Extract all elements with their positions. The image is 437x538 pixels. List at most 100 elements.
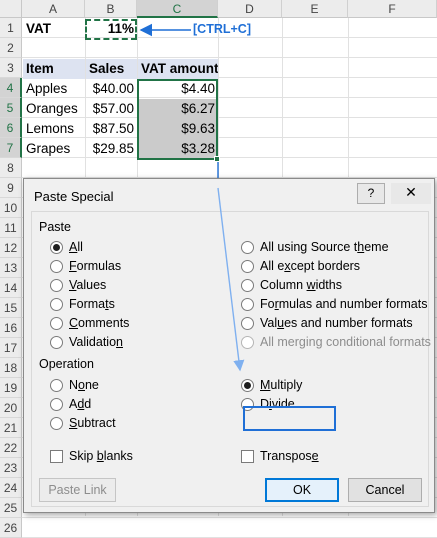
radio-button[interactable] [50, 397, 63, 411]
row-header-14[interactable]: 14 [0, 278, 22, 298]
row-header-7[interactable]: 7 [0, 138, 22, 158]
option-label: None [69, 378, 99, 392]
cell-a3[interactable]: Item [23, 59, 85, 79]
row-header-16[interactable]: 16 [0, 318, 22, 338]
radio-button[interactable] [241, 397, 254, 411]
radio-button[interactable] [50, 316, 63, 330]
row-header-26[interactable]: 26 [0, 518, 22, 538]
operation-option-none[interactable]: None [50, 376, 99, 394]
cell-a7[interactable]: Grapes [23, 139, 85, 159]
cell-c4[interactable]: $4.40 [138, 79, 218, 99]
paste-option-formulas-and-number-formats[interactable]: Formulas and number formats [241, 295, 427, 313]
radio-button[interactable] [50, 240, 63, 254]
row-header-13[interactable]: 13 [0, 258, 22, 278]
cell-a5[interactable]: Oranges [23, 99, 85, 119]
close-button[interactable]: ✕ [391, 183, 431, 204]
row-header-24[interactable]: 24 [0, 478, 22, 498]
row-header-8[interactable]: 8 [0, 158, 22, 178]
column-header-a[interactable]: A [22, 0, 85, 18]
radio-button[interactable] [241, 297, 254, 311]
cell-b6[interactable]: $87.50 [86, 119, 137, 139]
row-header-20[interactable]: 20 [0, 398, 22, 418]
skip-blanks-checkbox[interactable]: Skip blanks [50, 447, 133, 465]
cell-c5[interactable]: $6.27 [138, 99, 218, 119]
paste-option-comments[interactable]: Comments [50, 314, 129, 332]
row-header-9[interactable]: 9 [0, 178, 22, 198]
column-header-f[interactable]: F [348, 0, 437, 18]
cell-c7[interactable]: $3.28 [138, 139, 218, 159]
row-header-11[interactable]: 11 [0, 218, 22, 238]
paste-link-button[interactable]: Paste Link [39, 478, 116, 502]
radio-button[interactable] [241, 378, 254, 392]
row-header-1[interactable]: 1 [0, 18, 22, 38]
help-button[interactable]: ? [357, 183, 385, 204]
paste-option-formulas[interactable]: Formulas [50, 257, 121, 275]
cell-a6[interactable]: Lemons [23, 119, 85, 139]
paste-option-validation[interactable]: Validation [50, 333, 123, 351]
checkbox-box[interactable] [241, 449, 254, 463]
option-label: All [69, 240, 83, 254]
ok-button[interactable]: OK [265, 478, 339, 502]
operation-option-subtract[interactable]: Subtract [50, 414, 116, 432]
row-header-18[interactable]: 18 [0, 358, 22, 378]
cell-b7[interactable]: $29.85 [86, 139, 137, 159]
radio-button[interactable] [241, 259, 254, 273]
row-header-12[interactable]: 12 [0, 238, 22, 258]
radio-button[interactable] [241, 335, 254, 349]
column-header-e[interactable]: E [282, 0, 348, 18]
row-header-10[interactable]: 10 [0, 198, 22, 218]
paste-option-formats[interactable]: Formats [50, 295, 115, 313]
radio-button[interactable] [50, 378, 63, 392]
row-header-23[interactable]: 23 [0, 458, 22, 478]
column-header-c[interactable]: C [137, 0, 218, 18]
paste-option-all-except-borders[interactable]: All except borders [241, 257, 360, 275]
row-header-22[interactable]: 22 [0, 438, 22, 458]
option-label: Formulas [69, 259, 122, 273]
radio-button[interactable] [50, 335, 63, 349]
cell-b1[interactable]: 11% [86, 19, 137, 39]
row-header-6[interactable]: 6 [0, 118, 22, 138]
row-header-2[interactable]: 2 [0, 38, 22, 58]
radio-button[interactable] [241, 278, 254, 292]
paste-option-all-merging-conditional-formats[interactable]: All merging conditional formats [241, 333, 431, 351]
paste-option-all[interactable]: All [50, 238, 83, 256]
paste-option-all-using-source-theme[interactable]: All using Source theme [241, 238, 389, 256]
paste-option-column-widths[interactable]: Column widths [241, 276, 342, 294]
option-label: Values and number formats [260, 316, 413, 330]
row-header-5[interactable]: 5 [0, 98, 22, 118]
radio-button[interactable] [50, 416, 63, 430]
paste-option-values[interactable]: Values [50, 276, 106, 294]
cancel-button[interactable]: Cancel [348, 478, 422, 502]
cell-b4[interactable]: $40.00 [86, 79, 137, 99]
cell-c3[interactable]: VAT amount [138, 59, 218, 79]
cell-a1[interactable]: VAT [23, 19, 85, 39]
operation-option-multiply[interactable]: Multiply [241, 376, 302, 394]
cell-c6[interactable]: $9.63 [138, 119, 218, 139]
row-header-19[interactable]: 19 [0, 378, 22, 398]
radio-button[interactable] [241, 240, 254, 254]
row-header-17[interactable]: 17 [0, 338, 22, 358]
column-header-d[interactable]: D [218, 0, 282, 18]
cell-b5[interactable]: $57.00 [86, 99, 137, 119]
radio-button[interactable] [50, 259, 63, 273]
cell-b3[interactable]: Sales [86, 59, 137, 79]
row-header-3[interactable]: 3 [0, 58, 22, 78]
checkbox-box[interactable] [50, 449, 63, 463]
operation-option-add[interactable]: Add [50, 395, 91, 413]
select-all-corner[interactable] [0, 0, 22, 18]
row-header-21[interactable]: 21 [0, 418, 22, 438]
fill-handle[interactable] [214, 156, 220, 162]
operation-option-divide[interactable]: Divide [241, 395, 295, 413]
radio-button[interactable] [50, 297, 63, 311]
row-header-15[interactable]: 15 [0, 298, 22, 318]
cell-a4[interactable]: Apples [23, 79, 85, 99]
paste-section-label: Paste [39, 220, 71, 234]
radio-button[interactable] [241, 316, 254, 330]
radio-button[interactable] [50, 278, 63, 292]
row-header-25[interactable]: 25 [0, 498, 22, 518]
paste-option-values-and-number-formats[interactable]: Values and number formats [241, 314, 413, 332]
row-header-4[interactable]: 4 [0, 78, 22, 98]
column-header-b[interactable]: B [85, 0, 137, 18]
transpose-label: Transpose [260, 449, 319, 463]
transpose-checkbox[interactable]: Transpose [241, 447, 319, 465]
